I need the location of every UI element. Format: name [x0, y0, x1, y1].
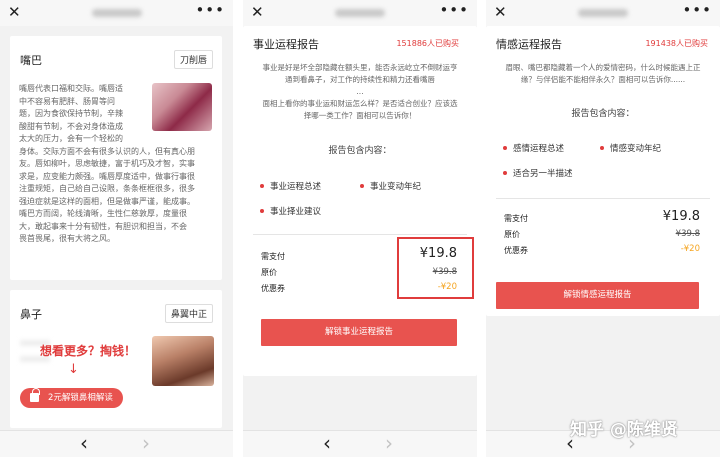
lips-description-top: 嘴唇代表口福和交际。嘴唇适 中不容易有肥胖、肠胃等问 题，因为食欲保持节制，辛辣…	[19, 83, 157, 146]
report-title: 情感运程报告	[496, 38, 562, 51]
unlock-nose-label: 2元解锁鼻相解读	[48, 393, 113, 403]
lips-text-line: 太大的压力，会有一个轻松的	[19, 134, 123, 143]
lips-text-line: 强迫症就是这样的面相，但是做事严谨，能成事。	[19, 196, 195, 206]
report-item: 事业变动年纪	[360, 180, 421, 192]
lips-description-bottom: 身体。交际方面不会有很多认识的人，但有真心朋 友。唇如柳叶，思虑敏捷，富于机巧及…	[19, 146, 219, 246]
report-item: 事业运程总述	[260, 180, 321, 192]
desc-line: 通到看鼻子，对工作的持续性和精力还看嘴唇	[285, 75, 435, 84]
forward-icon[interactable]: ›	[385, 432, 393, 454]
report-item: 事业择业建议	[260, 205, 321, 217]
lips-type-tag: 刀削唇	[173, 50, 213, 69]
original-label: 原价	[261, 268, 277, 277]
lips-card-title: 嘴巴	[20, 54, 42, 67]
more-icon[interactable]: •••	[195, 0, 225, 20]
blurred-page-title	[91, 9, 142, 17]
original-label: 原价	[504, 230, 520, 239]
report-item: 情感变动年纪	[600, 142, 661, 154]
price-highlight-frame	[397, 237, 474, 299]
nose-type-tag: 鼻翼中正	[164, 304, 213, 323]
lips-text-line: 注重规矩，自己给自己设限，条条框框很多，很多	[19, 184, 195, 193]
buyers-count: 151886人已购买	[396, 39, 459, 48]
back-icon[interactable]: ‹	[80, 432, 88, 454]
blurred-page-title	[335, 9, 385, 17]
blurred-page-title	[578, 9, 628, 17]
desc-ellipsis: ...	[356, 87, 364, 96]
title-bar: ✕ •••	[243, 0, 477, 26]
close-icon[interactable]: ✕	[251, 3, 264, 21]
bottom-nav: ‹ ›	[243, 430, 477, 457]
bottom-nav: ‹ ›	[0, 430, 233, 457]
phone-screen-career-report: ✕ ••• 事业运程报告 151886人已购买 事业是好是坏全部隐藏在额头里，能…	[243, 0, 477, 457]
unlock-love-report-button[interactable]: 解锁情感运程报告	[496, 282, 699, 309]
lips-text-line: 身体。交际方面不会有很多认识的人，但有真心朋	[19, 146, 195, 156]
nose-photo	[152, 336, 214, 386]
divider	[253, 234, 467, 235]
original-price: ¥39.8	[675, 229, 700, 239]
close-icon[interactable]: ✕	[8, 3, 21, 21]
report-description: 眉眼、嘴巴都隐藏着一个人的爱情密码，什么时候能遇上正 缘？与伴侣能不能相伴永久？…	[492, 62, 714, 86]
divider	[496, 198, 710, 199]
phone-screen-love-report: ✕ ••• 情感运程报告 191438人已购买 眉眼、嘴巴都隐藏着一个人的爱情密…	[486, 0, 720, 457]
lips-text-line: 嘴唇代表口福和交际。嘴唇适	[19, 84, 123, 93]
pay-price: ¥19.8	[662, 209, 700, 224]
report-item: 适合另一半描述	[503, 167, 573, 179]
desc-line: 面相上看你的事业运和财运怎么样？是否适合创业？应该选	[262, 99, 458, 108]
close-icon[interactable]: ✕	[494, 3, 507, 21]
lips-text-line: 畏首畏尾，很有大将之风。	[19, 234, 115, 243]
zhihu-watermark: 知乎 @陈维贤	[570, 420, 678, 440]
report-item: 感情运程总述	[503, 142, 564, 154]
down-arrow-icon: ↓	[68, 362, 79, 377]
desc-line: 事业是好是坏全部隐藏在额头里，能否永远屹立不倒财运亨	[262, 63, 458, 72]
unlock-career-report-button[interactable]: 解锁事业运程报告	[261, 319, 457, 346]
back-icon[interactable]: ‹	[323, 432, 331, 454]
coupon-label: 优惠券	[261, 284, 285, 293]
title-bar: ✕ •••	[486, 0, 720, 26]
desc-line: 缘？与伴侣能不能相伴永久？面相可以告诉你......	[520, 75, 686, 84]
desc-line: 择哪一类工作？面相可以告诉你！	[303, 111, 417, 120]
nose-card: 鼻子 鼻翼中正 想看更多？掏钱！ ↓ 2元解锁鼻相解读	[10, 290, 222, 428]
lips-text-line: 嘴巴方而阔，轮线清晰，生性仁慈敦厚，度量很	[19, 209, 187, 218]
lips-text-line: 大，敢起事来十分有韧性，有胆识和担当，不会	[19, 221, 187, 231]
title-bar: ✕ •••	[0, 0, 233, 26]
coupon-value: -¥20	[680, 244, 700, 254]
buyers-count: 191438人已购买	[645, 39, 708, 48]
unlock-nose-button[interactable]: 2元解锁鼻相解读	[20, 388, 123, 408]
pay-label: 需支付	[504, 214, 528, 223]
includes-heading: 报告包含内容：	[571, 109, 635, 119]
lips-card: 嘴巴 刀削唇 嘴唇代表口福和交际。嘴唇适 中不容易有肥胖、肠胃等问 题，因为食欲…	[10, 36, 222, 280]
report-description: 事业是好是坏全部隐藏在额头里，能否永远屹立不倒财运亨 通到看鼻子，对工作的持续性…	[249, 62, 471, 122]
lips-text-line: 题，因为食欲保持节制，辛辣	[19, 109, 123, 118]
report-title: 事业运程报告	[253, 38, 319, 51]
career-report-card: 事业运程报告 151886人已购买 事业是好是坏全部隐藏在额头里，能否永远屹立不…	[243, 26, 477, 376]
nose-card-title: 鼻子	[20, 308, 42, 321]
love-report-card: 情感运程报告 191438人已购买 眉眼、嘴巴都隐藏着一个人的爱情密码，什么时候…	[486, 26, 720, 316]
lips-photo	[152, 83, 212, 131]
lock-icon	[30, 388, 40, 402]
lips-text-line: 中不容易有肥胖、肠胃等问	[19, 96, 115, 106]
promo-text: 想看更多？掏钱！	[40, 344, 137, 358]
pay-label: 需支付	[261, 252, 285, 261]
forward-icon[interactable]: ›	[142, 432, 150, 454]
lips-text-line: 求是，应变能力颇强。嘴唇厚度适中，做事行事很	[19, 171, 195, 181]
more-icon[interactable]: •••	[682, 0, 712, 20]
lips-text-line: 酸甜有节制，不会对身体造成	[19, 121, 123, 131]
includes-heading: 报告包含内容：	[328, 146, 392, 156]
phone-screen-face-reading: ✕ ••• 嘴巴 刀削唇 嘴唇代表口福和交际。嘴唇适 中不容易有肥胖、肠胃等问 …	[0, 0, 233, 457]
lips-text-line: 友。唇如柳叶，思虑敏捷，富于机巧及才智，实事	[19, 159, 195, 168]
coupon-label: 优惠券	[504, 246, 528, 255]
more-icon[interactable]: •••	[439, 0, 469, 20]
desc-line: 眉眼、嘴巴都隐藏着一个人的爱情密码，什么时候能遇上正	[505, 63, 701, 72]
